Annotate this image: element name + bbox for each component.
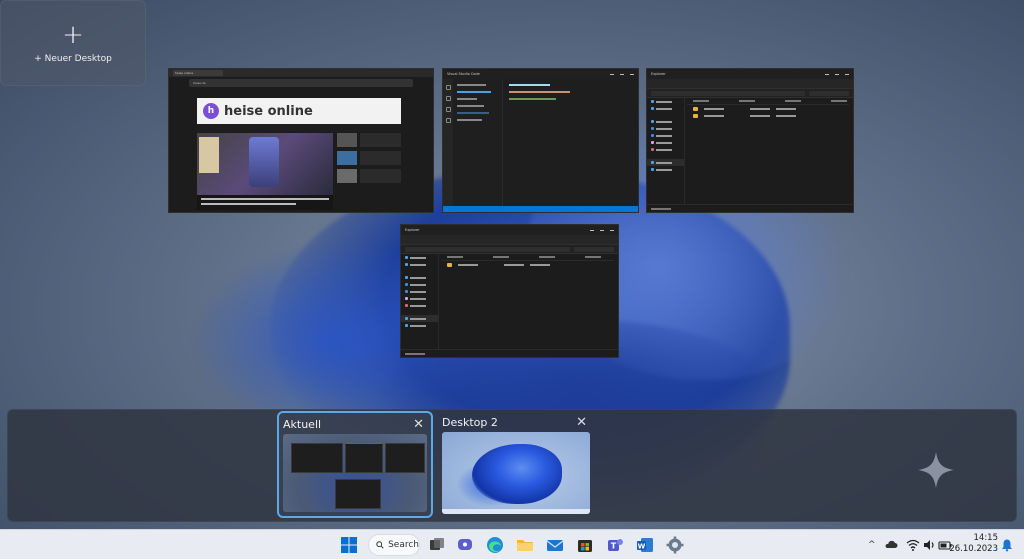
close-desktop-current-icon[interactable]: ✕ xyxy=(413,418,424,431)
explorer2-ribbon xyxy=(401,235,618,245)
files-icon xyxy=(445,85,451,90)
vscode-editor xyxy=(503,79,638,206)
chat-icon[interactable] xyxy=(456,536,474,554)
site-side-articles xyxy=(337,133,401,203)
window-explorer-2[interactable]: Explorer xyxy=(400,224,619,358)
tray-overflow-chevron-icon[interactable]: ^ xyxy=(868,530,876,559)
taskbar-search[interactable]: Search xyxy=(368,534,420,556)
store-icon[interactable] xyxy=(576,536,594,554)
explorer2-title: Explorer xyxy=(405,228,420,232)
teams-icon[interactable]: T xyxy=(606,536,624,554)
new-desktop-button[interactable]: + + Neuer Desktop xyxy=(0,0,146,86)
explorer2-titlebar: Explorer xyxy=(401,225,618,235)
svg-text:T: T xyxy=(611,542,617,551)
volume-icon[interactable] xyxy=(922,538,936,552)
explorer2-status xyxy=(401,349,618,357)
plus-icon: + xyxy=(62,20,84,50)
desktop-current-label: Aktuell xyxy=(283,417,322,431)
edge-icon[interactable] xyxy=(486,536,504,554)
explorer2-nav-pane xyxy=(401,254,439,349)
browser-tabbar: heise online xyxy=(169,69,433,77)
search-label: Search xyxy=(388,540,419,550)
window-explorer-1[interactable]: Explorer xyxy=(646,68,854,213)
desktop-current-thumbnail[interactable] xyxy=(283,434,427,512)
explorer1-nav-pane xyxy=(647,98,685,204)
explorer1-title: Explorer xyxy=(651,72,666,76)
notification-bell-icon[interactable] xyxy=(1000,538,1014,552)
start-icon[interactable] xyxy=(340,536,358,554)
vscode-title: Visual Studio Code xyxy=(447,72,480,76)
site-hero-image xyxy=(197,133,333,195)
svg-text:W: W xyxy=(638,542,646,550)
vscode-activity-bar xyxy=(443,79,453,206)
site-header: h heise online xyxy=(197,98,401,124)
search-icon xyxy=(445,96,451,101)
browser-tab: heise online xyxy=(173,70,223,76)
explorer1-ribbon xyxy=(647,79,853,89)
site-hero-caption xyxy=(197,195,333,210)
desktop-2-thumbnail[interactable] xyxy=(442,432,590,514)
explorer1-titlebar: Explorer xyxy=(647,69,853,79)
explorer1-file-list xyxy=(687,98,849,119)
copilot-sparkle-icon xyxy=(918,452,954,488)
onedrive-cloud-icon[interactable] xyxy=(884,538,898,552)
mail-icon[interactable] xyxy=(546,536,564,554)
heise-logo-icon: h xyxy=(203,103,219,119)
extensions-icon xyxy=(445,118,451,123)
file-explorer-icon[interactable] xyxy=(516,536,534,554)
task-view-icon[interactable] xyxy=(428,536,446,554)
taskbar: Search T W ^ 14:15 26.10.2023 xyxy=(0,529,1024,559)
clock-date: 26.10.2023 xyxy=(949,544,998,554)
desktop-2-label: Desktop 2 xyxy=(442,415,498,429)
new-desktop-label: + Neuer Desktop xyxy=(34,54,112,64)
taskbar-clock[interactable]: 14:15 26.10.2023 xyxy=(949,533,998,555)
word-icon[interactable]: W xyxy=(636,536,654,554)
vscode-explorer-pane xyxy=(453,79,503,206)
desktop-2[interactable]: Desktop 2 ✕ xyxy=(438,411,594,518)
vscode-status-bar xyxy=(443,206,638,212)
source-control-icon xyxy=(445,107,451,112)
settings-gear-icon[interactable] xyxy=(666,536,684,554)
wifi-icon[interactable] xyxy=(906,538,920,552)
clock-time: 14:15 xyxy=(973,533,999,543)
search-icon xyxy=(376,541,384,549)
explorer1-address-bar xyxy=(647,89,853,98)
explorer2-address-bar xyxy=(401,245,618,254)
site-title: heise online xyxy=(224,103,313,119)
explorer1-status xyxy=(647,204,853,212)
close-desktop-2-icon[interactable]: ✕ xyxy=(576,416,587,429)
window-browser[interactable]: heise online heise.de h heise online xyxy=(168,68,434,213)
window-vscode[interactable]: Visual Studio Code xyxy=(442,68,639,213)
vscode-titlebar: Visual Studio Code xyxy=(443,69,638,79)
browser-url-bar: heise.de xyxy=(189,79,413,87)
explorer2-file-list xyxy=(441,254,614,268)
desktop-current[interactable]: Aktuell ✕ xyxy=(277,411,433,518)
site-nav xyxy=(197,124,401,132)
